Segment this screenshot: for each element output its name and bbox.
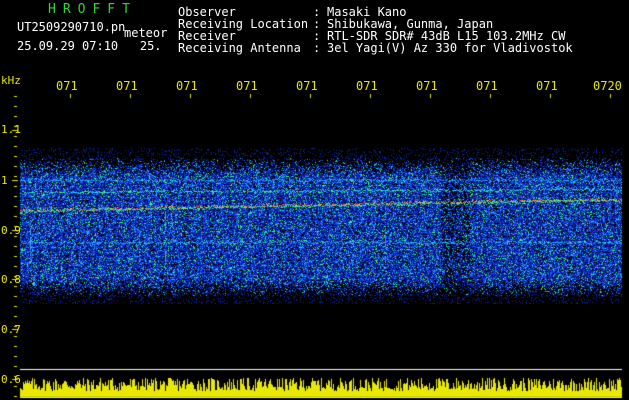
file-name: UT2509290710.pn: [17, 20, 126, 34]
colon: :: [313, 41, 321, 55]
y-tick-label: 0.9: [1, 224, 21, 237]
x-tick-label: 071: [356, 79, 378, 93]
y-tick-label: 0.7: [1, 323, 21, 336]
antenna-label: Receiving Antenna: [178, 41, 301, 55]
antenna-value: 3el Yagi(V) Az 330 for Vladivostok: [327, 41, 573, 55]
x-tick-label: 071: [416, 79, 438, 93]
datetime-label: 25.09.29 07:10 25.: [17, 39, 162, 53]
y-tick-label: 0.8: [1, 273, 21, 286]
x-tick-label: 071: [536, 79, 558, 93]
x-tick-label: 071: [236, 79, 258, 93]
x-tick-label: 071: [296, 79, 318, 93]
frequency-unit: kHz: [1, 74, 21, 87]
x-tick-label: 0720: [593, 79, 622, 93]
x-tick-label: 071: [56, 79, 78, 93]
x-tick-label: 071: [176, 79, 198, 93]
meteor-tag: meteor: [124, 26, 168, 40]
app-title: HROFFT: [48, 2, 137, 17]
y-tick-label: 0.6: [1, 373, 21, 386]
x-tick-label: 071: [476, 79, 498, 93]
x-tick-label: 071: [116, 79, 138, 93]
spectrogram-window: HROFFT UT2509290710.pn meteor 25.09.29 0…: [0, 0, 629, 400]
amplitude-histogram: [0, 0, 629, 400]
y-tick-label: 1: [1, 174, 8, 187]
y-tick-label: 1.1: [1, 123, 21, 136]
